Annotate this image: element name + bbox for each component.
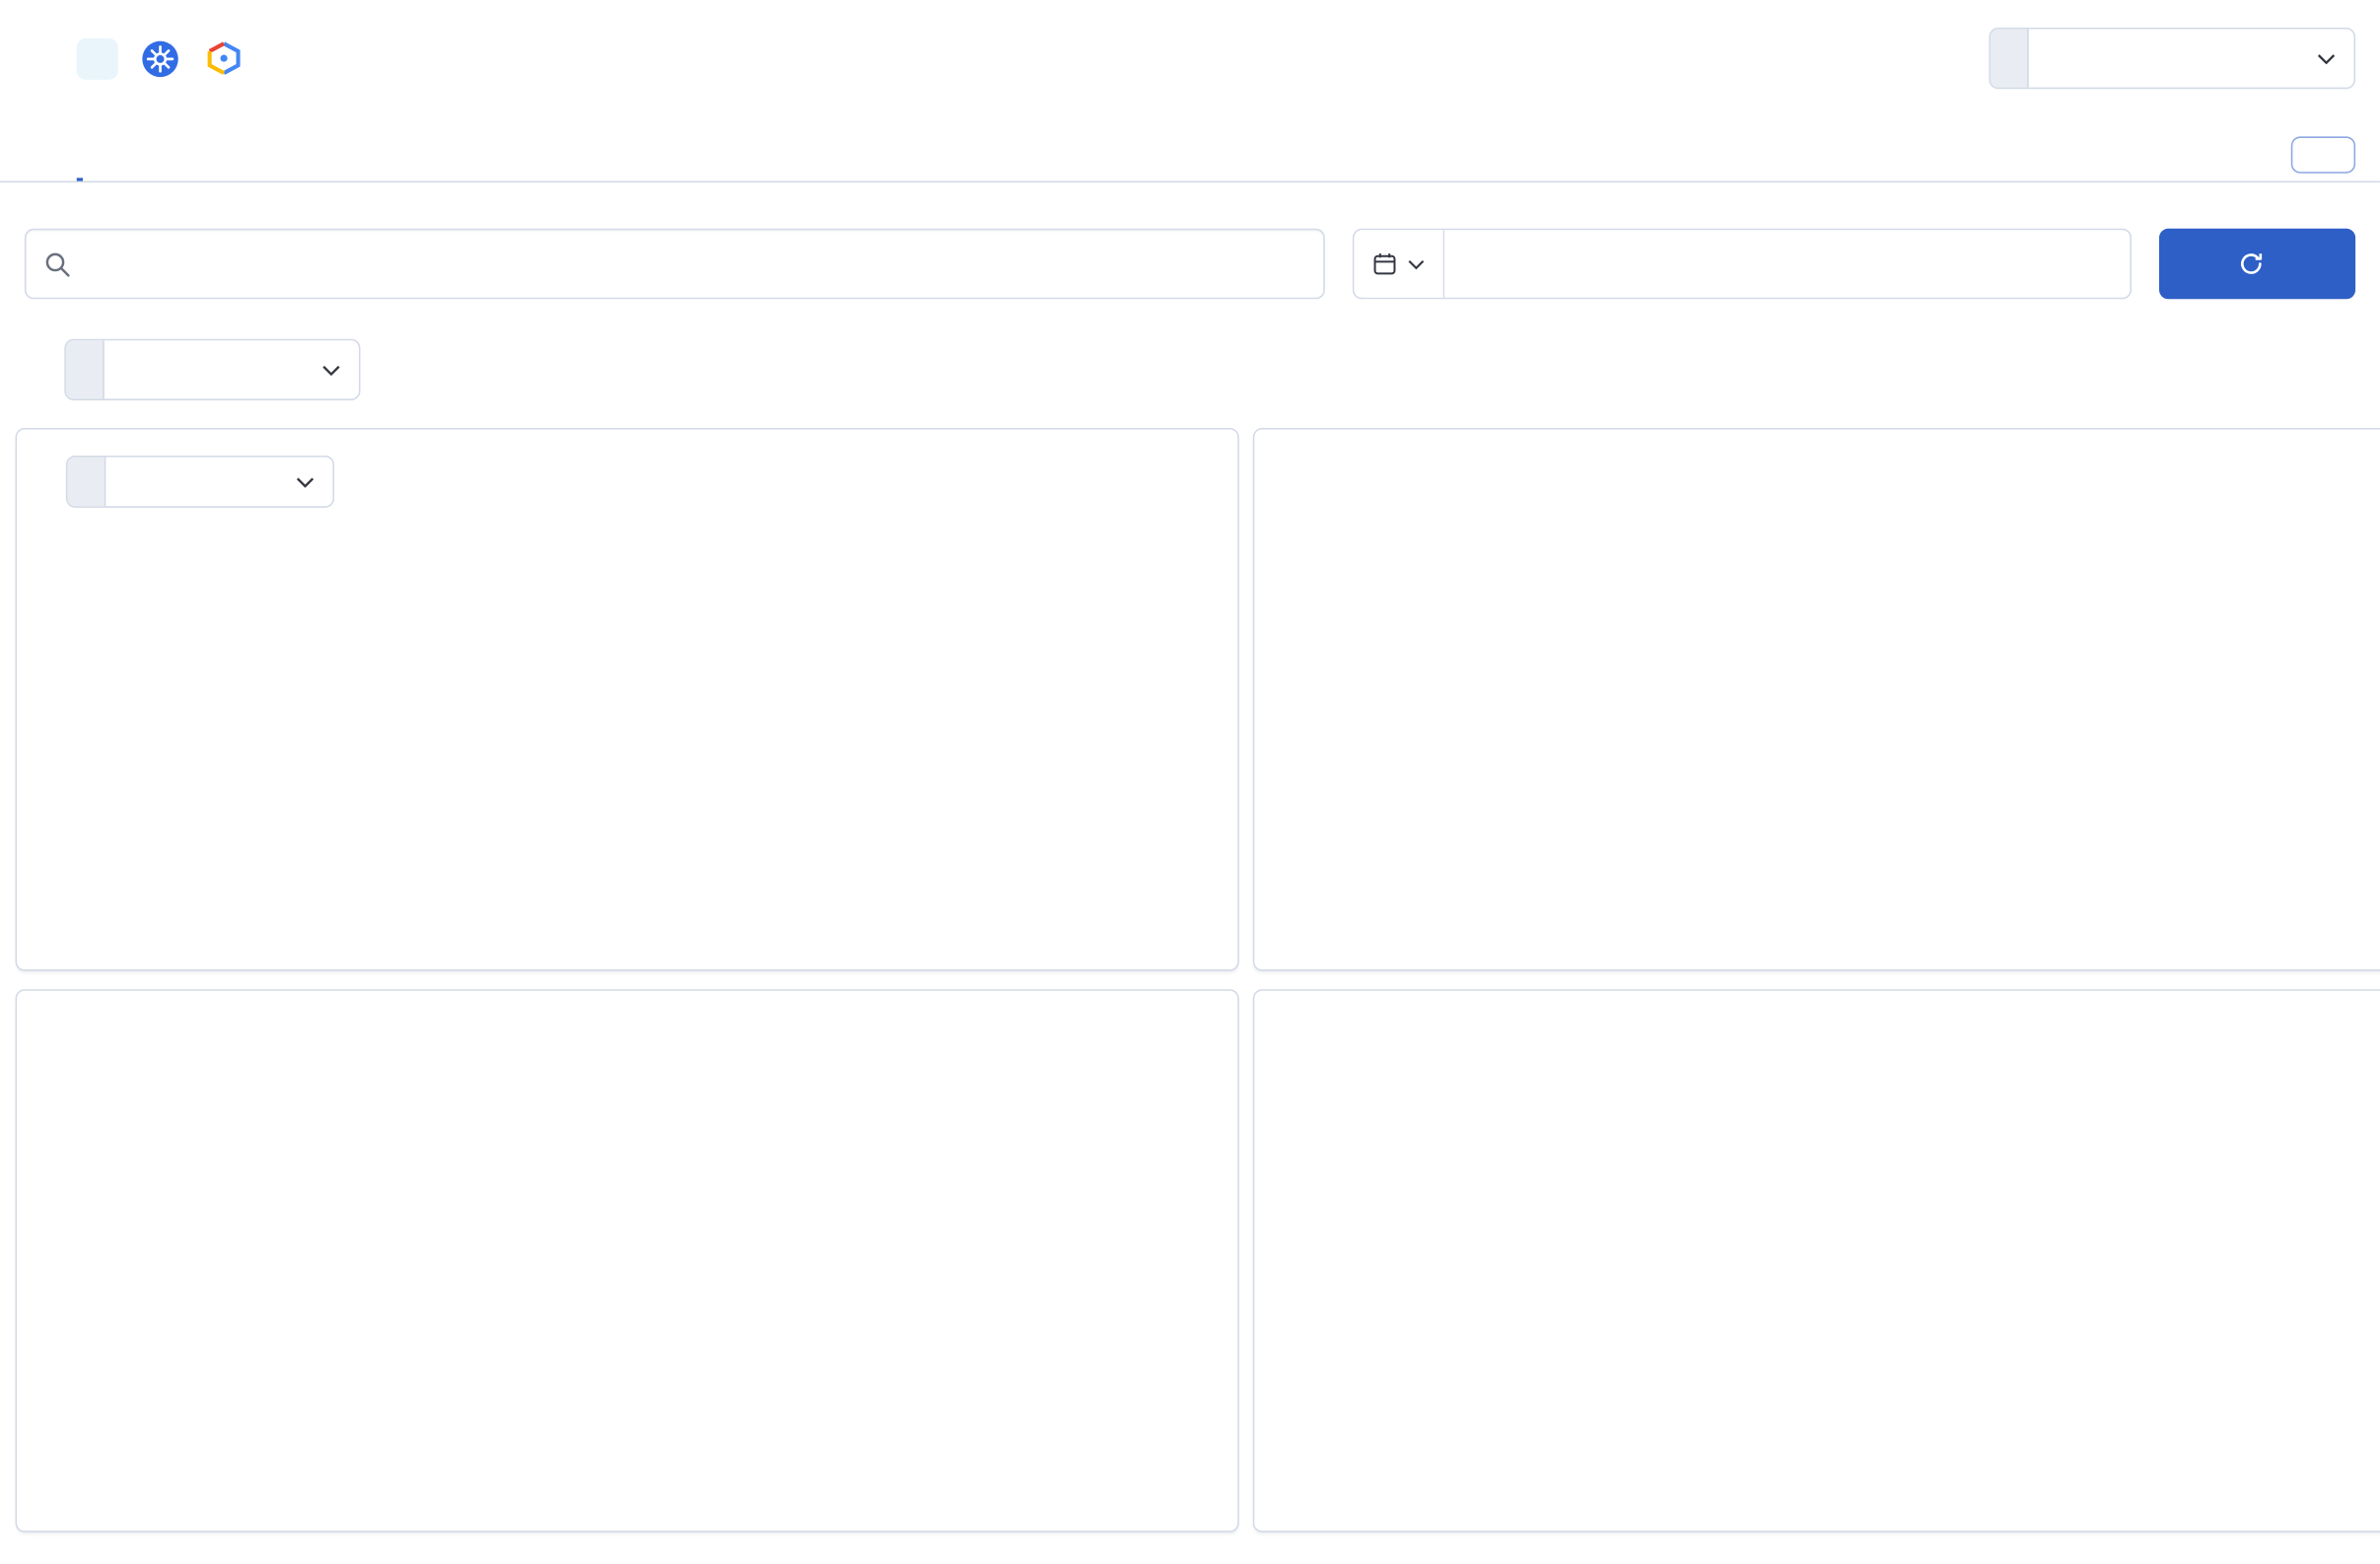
error-rate-panel <box>15 989 1239 1532</box>
legend-item-http[interactable] <box>1702 1347 2058 1359</box>
service-header <box>0 0 2380 107</box>
tab-transactions[interactable] <box>76 129 83 181</box>
transactions-heading-row <box>25 338 2355 400</box>
latency-metric-select[interactable] <box>65 455 335 508</box>
series-dot <box>72 1347 84 1359</box>
series-dot <box>72 785 84 797</box>
environment-select[interactable] <box>1989 27 2356 90</box>
time-spent-panel <box>1252 989 2380 1532</box>
time-spent-chart[interactable] <box>1279 1080 2380 1310</box>
search-transactions-input[interactable] <box>86 250 1305 277</box>
legend-item-app[interactable] <box>2095 1347 2380 1359</box>
refresh-icon <box>2238 251 2263 276</box>
time-spent-legend <box>1309 1347 2380 1359</box>
charts-grid <box>15 427 2380 1532</box>
service-badges <box>76 37 245 80</box>
chevron-down-icon <box>1408 258 1425 269</box>
kubernetes-icon <box>140 37 181 79</box>
chevron-down-icon <box>322 364 341 376</box>
error-rate-chart[interactable] <box>41 1080 1213 1310</box>
quick-select-date-button[interactable] <box>1354 230 1445 298</box>
go-agent-icon <box>76 37 118 80</box>
throughput-legend <box>1309 785 2380 824</box>
series-dot <box>1309 1347 1321 1359</box>
tab-service-map[interactable] <box>233 129 239 181</box>
throughput-panel <box>1252 427 2380 971</box>
throughput-chart[interactable] <box>1279 519 2380 748</box>
series-dot <box>2095 1347 2107 1359</box>
legend-item-http-4xx[interactable] <box>2095 785 2380 797</box>
series-dot <box>2095 785 2107 797</box>
series-dot <box>1702 785 1714 797</box>
legend-item-postgresql[interactable] <box>1309 1347 1665 1359</box>
calendar-icon <box>1372 251 1397 276</box>
error-rate-legend <box>72 1347 1213 1359</box>
tab-overview[interactable] <box>25 129 31 181</box>
tab-metrics[interactable] <box>181 129 187 181</box>
series-dot <box>1702 1347 1714 1359</box>
legend-item-http-3xx[interactable] <box>1702 785 2058 797</box>
latency-legend <box>72 785 1213 797</box>
legend-item-http-5xx[interactable] <box>1309 813 1665 824</box>
type-label <box>65 340 105 399</box>
refresh-button[interactable] <box>2159 228 2356 300</box>
transaction-type-select[interactable] <box>64 338 361 400</box>
chevron-down-icon <box>2317 53 2336 64</box>
date-picker <box>1352 228 2133 300</box>
legend-item-http-2xx[interactable] <box>1309 785 1665 797</box>
metric-label <box>67 457 106 507</box>
latency-chart[interactable] <box>41 519 1213 748</box>
latency-panel <box>15 427 1239 971</box>
environment-label <box>1990 29 2029 88</box>
legend-item-average[interactable] <box>72 785 428 797</box>
series-dot <box>1309 813 1321 824</box>
legend-item-error-rate[interactable] <box>72 1347 428 1359</box>
service-tabs <box>0 129 2380 183</box>
search-box <box>24 228 1325 300</box>
gcp-cloud-icon <box>202 37 244 79</box>
view-correlations-button[interactable] <box>2290 136 2356 174</box>
series-dot <box>1309 785 1321 797</box>
tab-errors[interactable] <box>129 129 135 181</box>
apm-service-page <box>0 0 2380 1564</box>
search-row <box>24 228 2356 300</box>
search-icon <box>44 250 70 276</box>
chevron-down-icon <box>296 476 315 487</box>
